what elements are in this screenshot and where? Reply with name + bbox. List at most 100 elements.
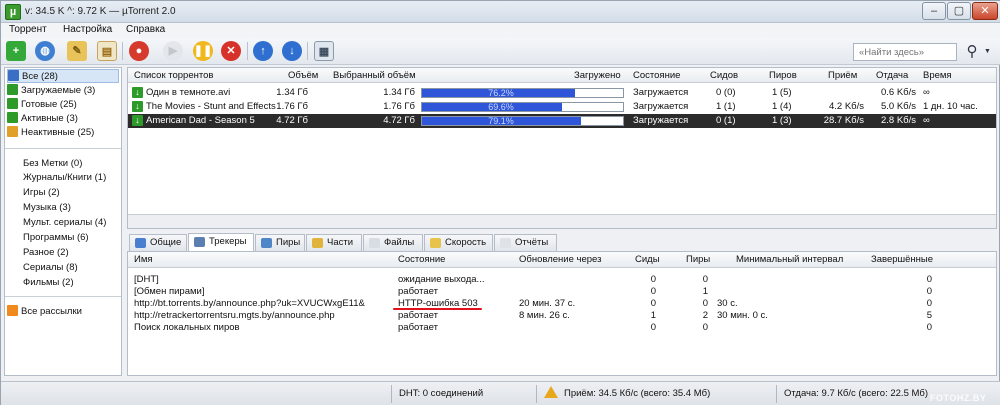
sidebar-label-games[interactable]: Игры (2) [7,186,119,200]
tracker-row[interactable]: [DHT] ожидание выхода... 0 0 0 [128,273,996,285]
speed-icon [430,238,441,248]
col-done[interactable]: Загружено [574,70,621,81]
watermark: FOTOHZ.BY [930,393,987,403]
warning-icon[interactable] [544,386,558,398]
col-tracker-peers[interactable]: Пиры [686,254,710,265]
col-status[interactable]: Состояние [633,70,680,81]
tracker-row[interactable]: Поиск локальных пиров работает 0 0 0 [128,321,996,333]
tracker-icon [194,237,205,247]
start-icon[interactable]: ▶ [163,41,183,61]
col-tracker-min-interval[interactable]: Минимальный интервал [736,254,843,265]
sidebar-label-music[interactable]: Музыка (3) [7,201,119,215]
col-peers[interactable]: Пиров [769,70,797,81]
download-icon: ↓ [132,87,143,98]
torrent-row-selected[interactable]: ↓ American Dad - Season 5 4.72 Гб 4.72 Г… [128,114,996,128]
tab-speed[interactable]: Скорость [424,234,493,251]
sidebar-item-completed[interactable]: Готовые (25) [7,98,119,112]
sidebar-item-downloading[interactable]: Загружаемые (3) [7,84,119,98]
logger-icon [500,238,511,248]
col-eta[interactable]: Время [923,70,952,81]
col-tracker-name[interactable]: Имя [134,254,153,265]
download-icon: ↓ [132,101,143,112]
tab-general[interactable]: Общие [129,234,187,251]
chevron-down-icon[interactable]: ▼ [984,48,991,55]
trackers-panel: Имя Состояние Обновление через Сиды Пиры… [127,251,997,376]
status-bar: DHT: 0 соединений Приём: 34.5 Кб/с (всег… [1,381,1000,405]
rss-icon [7,305,18,316]
tab-pieces[interactable]: Части [306,234,362,251]
preferences-icon[interactable]: ▦ [314,41,334,61]
close-button[interactable]: ✕ [972,2,998,20]
col-seeds[interactable]: Сидов [710,70,738,81]
search-input[interactable] [853,43,957,61]
col-name[interactable]: Список торрентов [134,70,213,81]
col-selected-size[interactable]: Выбранный объём [333,70,416,81]
app-logo-icon: µ [5,4,21,20]
tracker-row[interactable]: [Обмен пирами] работает 0 1 0 [128,285,996,297]
sidebar-item-active[interactable]: Активные (3) [7,112,119,126]
tab-logger[interactable]: Отчёты [494,234,557,251]
col-tracker-seeds[interactable]: Сиды [635,254,660,265]
arrow-up-icon[interactable]: ↑ [253,41,273,61]
trackers-header: Имя Состояние Обновление через Сиды Пиры… [128,252,996,268]
col-tracker-update[interactable]: Обновление через [519,254,601,265]
arrow-down-icon[interactable]: ↓ [282,41,302,61]
tracker-row-error[interactable]: http://bt.torrents.by/announce.php?uk=XV… [128,297,996,309]
globe-icon[interactable]: ◍ [35,41,55,61]
detail-tabs: Общие Трекеры Пиры Части Файлы Скорость … [127,233,997,251]
title-bar: µ v: 34.5 K ^: 9.72 K — µTorrent 2.0 – ▢… [1,1,1000,23]
sidebar-label-misc[interactable]: Разное (2) [7,246,119,260]
tracker-row[interactable]: http://retrackertorrentsru.mgts.by/annou… [128,309,996,321]
peers-icon [261,238,272,248]
progress-bar: 69.6% [421,102,624,112]
active-icon [7,112,18,123]
pause-icon[interactable]: ❚❚ [193,41,213,61]
sidebar: Все (28) Загружаемые (3) Готовые (25) Ак… [4,67,122,376]
torrent-row[interactable]: ↓ The Movies - Stunt and Effects 1.76 Гб… [128,100,996,114]
utorrent-window: µ v: 34.5 K ^: 9.72 K — µTorrent 2.0 – ▢… [0,0,1000,405]
tab-files[interactable]: Файлы [363,234,423,251]
sidebar-label-movies[interactable]: Фильмы (2) [7,276,119,290]
toolbar: + ◍ ✎ ▤ ● ▶ ❚❚ ✕ ↑ ↓ ▦ [1,38,1000,65]
remove-icon[interactable]: ● [129,41,149,61]
stop-icon[interactable]: ✕ [221,41,241,61]
menu-help[interactable]: Справка [126,24,165,35]
col-tracker-status[interactable]: Состояние [398,254,445,265]
dht-status: DHT: 0 соединений [399,388,484,399]
tab-peers[interactable]: Пиры [255,234,305,251]
search-icon[interactable]: ⚲ [961,41,983,63]
menu-torrent[interactable]: Торрент [9,24,47,35]
sidebar-label-software[interactable]: Программы (6) [7,231,119,245]
sidebar-item-inactive[interactable]: Неактивные (25) [7,126,119,140]
minimize-button[interactable]: – [922,2,946,20]
col-size[interactable]: Объём [288,70,318,81]
menu-bar: Торрент Настройка Справка [1,23,1000,38]
document-icon[interactable]: ▤ [97,41,117,61]
col-up-speed[interactable]: Отдача [876,70,908,81]
sidebar-label-cartoons[interactable]: Мульт. сериалы (4) [7,216,119,230]
sidebar-item-all[interactable]: Все (28) [7,69,119,83]
torrent-row[interactable]: ↓ Один в темноте.avi 1.34 Гб 1.34 Гб 76.… [128,86,996,100]
all-icon [8,70,19,81]
horizontal-scrollbar[interactable] [128,214,996,228]
maximize-button[interactable]: ▢ [947,2,971,20]
info-icon [135,238,146,248]
add-torrent-icon[interactable]: + [6,41,26,61]
progress-bar: 79.1% [421,116,624,126]
col-down-speed[interactable]: Приём [828,70,857,81]
menu-settings[interactable]: Настройка [63,24,112,35]
torrent-list-header: Список торрентов Объём Выбранный объём З… [128,68,996,83]
pieces-icon [312,238,323,248]
inactive-icon [7,126,18,137]
create-torrent-icon[interactable]: ✎ [67,41,87,61]
window-title: v: 34.5 K ^: 9.72 K — µTorrent 2.0 [25,6,176,17]
col-tracker-completed[interactable]: Завершённые [871,254,933,265]
tab-trackers[interactable]: Трекеры [188,233,254,251]
progress-bar: 76.2% [421,88,624,98]
check-icon [7,98,18,109]
sidebar-label-books[interactable]: Журналы/Книги (1) [7,171,119,185]
sidebar-label-series[interactable]: Сериалы (8) [7,261,119,275]
files-icon [369,238,380,248]
sidebar-label-none[interactable]: Без Метки (0) [7,157,119,171]
sidebar-item-feeds[interactable]: Все рассылки [7,305,119,319]
